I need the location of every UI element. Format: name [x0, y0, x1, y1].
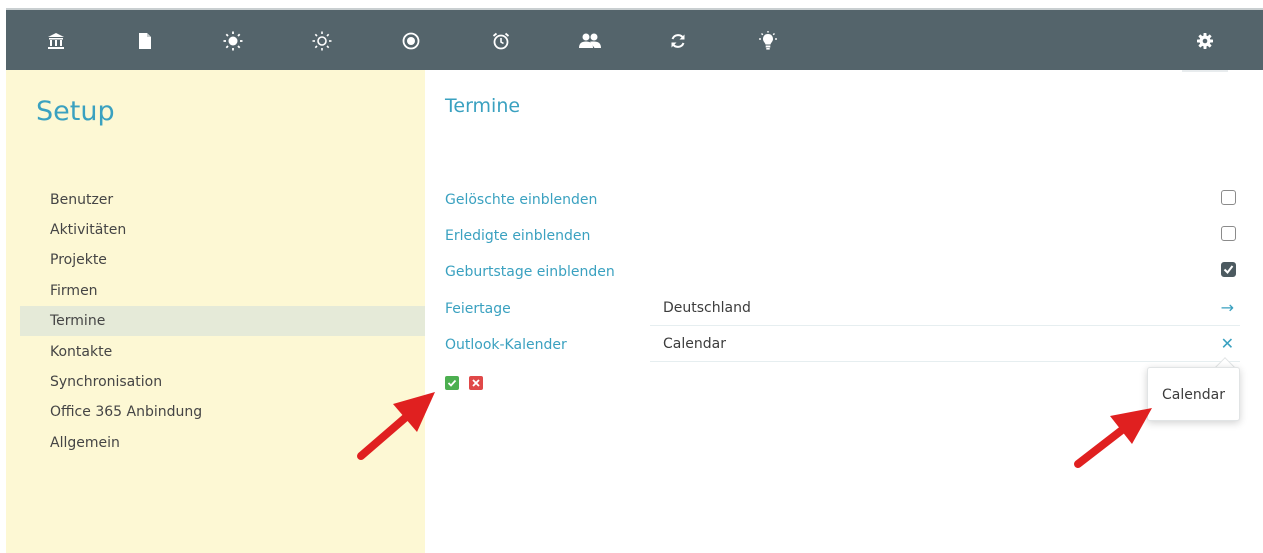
sidebar-item-projekte[interactable]: Projekte — [20, 245, 425, 275]
top-navigation-bar — [6, 8, 1263, 72]
checkbox-show-deleted[interactable] — [1221, 190, 1236, 205]
calendar-dropdown-option[interactable]: Calendar — [1147, 367, 1240, 421]
cancel-button[interactable] — [469, 376, 483, 390]
checkbox-show-completed[interactable] — [1221, 226, 1236, 241]
option-label-completed: Erledigte einblenden — [445, 228, 591, 244]
sidebar-item-kontakte[interactable]: Kontakte — [20, 337, 425, 367]
sidebar-item-benutzer[interactable]: Benutzer — [20, 185, 425, 215]
annotation-arrow-right — [1074, 408, 1152, 468]
radio-icon[interactable] — [398, 28, 424, 54]
sidebar-title: Setup — [36, 96, 115, 127]
checkbox-show-birthdays[interactable] — [1221, 262, 1236, 277]
sun-icon[interactable] — [220, 28, 246, 54]
sun-outline-icon[interactable] — [309, 28, 335, 54]
document-icon[interactable] — [132, 28, 158, 54]
active-tab-indicator — [1182, 70, 1228, 72]
option-label-deleted: Gelöschte einblenden — [445, 192, 598, 208]
sidebar-item-firmen[interactable]: Firmen — [20, 276, 425, 306]
checkmark-icon — [1223, 265, 1234, 275]
gear-icon[interactable] — [1192, 28, 1218, 54]
setup-sidebar: Setup Benutzer Aktivitäten Projekte Firm… — [6, 70, 425, 553]
sidebar-item-termine[interactable]: Termine — [20, 306, 425, 336]
annotation-arrow-left — [357, 392, 435, 460]
bank-icon[interactable] — [43, 28, 69, 54]
close-icon[interactable]: ✕ — [1221, 328, 1234, 360]
holidays-value: Deutschland — [663, 300, 751, 316]
outlook-calendar-value: Calendar — [663, 336, 726, 352]
field-label-holidays: Feiertage — [445, 301, 511, 317]
x-icon — [472, 379, 480, 387]
lightbulb-icon[interactable] — [755, 28, 781, 54]
holidays-field[interactable]: Deutschland → — [650, 292, 1240, 326]
confirm-button[interactable] — [445, 376, 459, 390]
sidebar-item-aktivitaeten[interactable]: Aktivitäten — [20, 215, 425, 245]
arrow-right-icon[interactable]: → — [1221, 292, 1234, 324]
check-icon — [447, 379, 457, 387]
field-label-outlook-calendar: Outlook-Kalender — [445, 337, 567, 353]
option-label-birthdays: Geburtstage einblenden — [445, 264, 615, 280]
alarm-clock-icon[interactable] — [488, 28, 514, 54]
sync-icon[interactable] — [665, 28, 691, 54]
outlook-calendar-field[interactable]: Calendar ✕ — [650, 328, 1240, 362]
users-icon[interactable] — [577, 28, 603, 54]
page-title: Termine — [445, 95, 521, 117]
